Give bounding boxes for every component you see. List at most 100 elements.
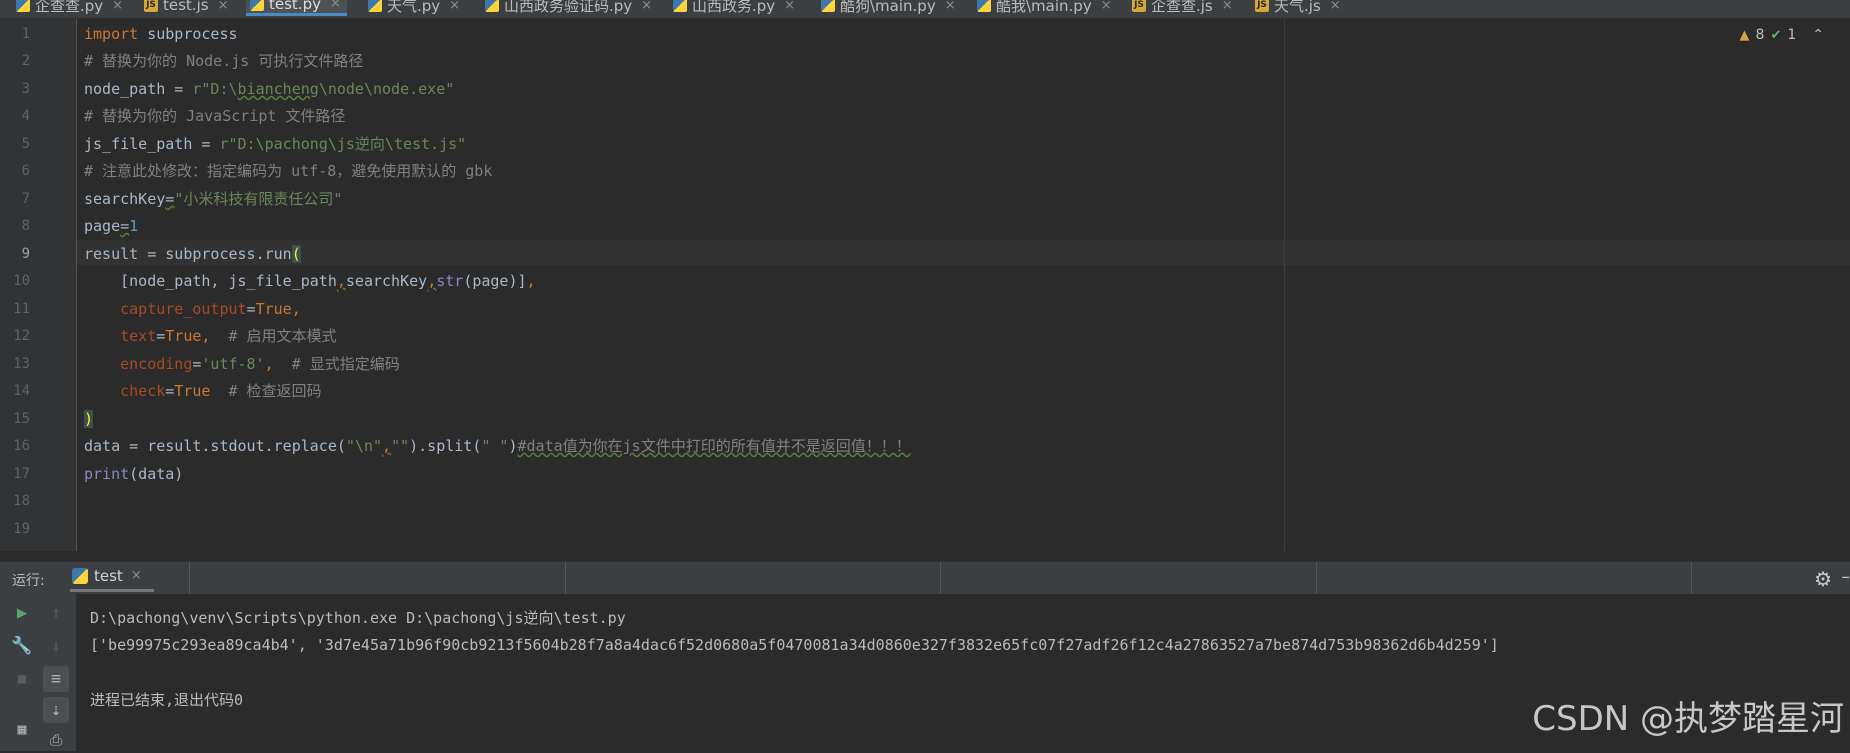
run-tab-test[interactable]: test × [70, 562, 154, 592]
line-number: 11 [0, 299, 30, 319]
line-number: 14 [0, 381, 30, 401]
code-line[interactable]: # 注意此处修改：指定编码为 utf-8，避免使用默认的 gbk [84, 161, 492, 181]
scroll-to-end-icon[interactable]: ⇣ [43, 697, 69, 723]
tab-qichacha-py[interactable]: 企查查.py × [12, 0, 129, 16]
tab-tianqi-js[interactable]: JS 天气.js × [1251, 0, 1347, 16]
code-line[interactable]: # 替换为你的 JavaScript 文件路径 [84, 106, 345, 126]
tab-label: 企查查.js [1151, 0, 1213, 16]
arrow-down-icon[interactable]: ↓ [43, 633, 69, 659]
run-toolbar: ▶ ↑ 🔧 ↓ ■ ≡ ⇣ ▦ ⎙ [0, 594, 76, 751]
tab-shanxi-py[interactable]: 山西政务.py × [669, 0, 801, 16]
code-line[interactable]: print(data) [84, 464, 183, 484]
python-file-icon [673, 0, 687, 12]
line-number: 2 [0, 51, 30, 71]
close-icon[interactable]: × [330, 0, 341, 11]
line-number: 10 [0, 271, 30, 291]
divider [1691, 562, 1692, 594]
tab-tianqi-py[interactable]: 天气.py × [364, 0, 466, 16]
divider [1316, 562, 1317, 594]
code-line[interactable]: # 替换为你的 Node.js 可执行文件路径 [84, 51, 363, 71]
tab-label: 天气.js [1274, 0, 1321, 16]
line-number: 8 [0, 216, 30, 236]
code-line[interactable]: text=True, # 启用文本模式 [84, 326, 337, 346]
tab-kuwo-main-py[interactable]: 酷我\main.py × [973, 0, 1118, 16]
code-line[interactable]: ) [84, 409, 93, 429]
js-file-icon: JS [144, 0, 158, 12]
line-number: 3 [0, 79, 30, 99]
divider [565, 562, 566, 594]
python-file-icon [368, 0, 382, 12]
divider [940, 562, 941, 594]
console-line-output: ['be99975c293ea89ca4b4', '3d7e45a71b96f9… [90, 635, 1499, 655]
soft-wrap-icon[interactable]: ≡ [43, 666, 69, 692]
chevron-up-icon[interactable]: ⌃ [1812, 27, 1824, 43]
python-run-icon [72, 568, 88, 584]
js-file-icon: JS [1255, 0, 1269, 12]
tab-label: 山西政务.py [692, 0, 775, 16]
warning-count: 8 [1756, 27, 1765, 43]
wrench-icon[interactable]: 🔧 [9, 633, 35, 659]
code-line[interactable]: result = subprocess.run( [84, 244, 301, 264]
run-toolwindow-header: 运行: test × ⚙ – [0, 561, 1850, 594]
code-line[interactable]: import subprocess [84, 24, 238, 44]
close-icon[interactable]: × [218, 0, 229, 13]
editor-tab-bar: 企查查.py × JS test.js × test.py × 天气.py × … [0, 0, 1850, 19]
python-file-icon [977, 0, 991, 12]
minimize-icon[interactable]: – [1842, 567, 1850, 587]
line-number: 13 [0, 354, 30, 374]
arrow-up-icon[interactable]: ↑ [43, 600, 69, 626]
run-tab-label: test [94, 567, 123, 585]
code-line[interactable]: check=True # 检查返回码 [84, 381, 322, 401]
tab-label: 企查查.py [35, 0, 103, 16]
close-icon[interactable]: × [1101, 0, 1112, 13]
warning-icon: ▲ [1740, 28, 1750, 43]
python-file-icon [16, 0, 30, 12]
stop-icon[interactable]: ■ [9, 666, 35, 692]
python-file-icon [821, 0, 835, 12]
close-icon[interactable]: × [131, 568, 142, 583]
print-icon[interactable]: ⎙ [43, 727, 69, 753]
tab-label: test.js [163, 0, 209, 14]
tab-kugou-main-py[interactable]: 酷狗\main.py × [817, 0, 962, 16]
code-line[interactable]: page=1 [84, 216, 138, 236]
close-icon[interactable]: × [112, 0, 123, 13]
close-icon[interactable]: × [784, 0, 795, 13]
layout-icon[interactable]: ▦ [9, 716, 35, 742]
code-line[interactable]: data = result.stdout.replace("\n","").sp… [84, 436, 911, 456]
tab-label: 酷狗\main.py [840, 0, 936, 16]
close-icon[interactable]: × [1222, 0, 1233, 13]
line-number: 12 [0, 326, 30, 346]
tab-label: 山西政务验证码.py [504, 0, 632, 16]
divider [189, 562, 190, 594]
code-line[interactable]: encoding='utf-8', # 显式指定编码 [84, 354, 400, 374]
code-line[interactable]: searchKey="小米科技有限责任公司" [84, 189, 342, 209]
code-line[interactable]: [node_path, js_file_path,searchKey,str(p… [84, 271, 536, 291]
tab-test-js[interactable]: JS test.js × [140, 0, 234, 16]
code-line[interactable]: capture_output=True, [84, 299, 301, 319]
rerun-icon[interactable]: ▶ [9, 600, 35, 626]
tab-shanxi-captcha-py[interactable]: 山西政务验证码.py × [481, 0, 658, 16]
tab-test-py[interactable]: test.py × [246, 0, 347, 16]
close-icon[interactable]: × [641, 0, 652, 13]
gear-icon[interactable]: ⚙ [1814, 567, 1832, 591]
check-icon: ✔ [1770, 28, 1781, 43]
python-file-icon [250, 0, 264, 11]
close-icon[interactable]: × [449, 0, 460, 13]
right-margin-guide [1284, 19, 1285, 551]
line-number: 4 [0, 106, 30, 126]
close-icon[interactable]: × [1330, 0, 1341, 13]
code-line[interactable]: node_path = r"D:\biancheng\node\node.exe… [84, 79, 454, 99]
ok-count: 1 [1787, 27, 1796, 43]
code-line[interactable]: js_file_path = r"D:\pachong\js逆向\test.js… [84, 134, 466, 154]
line-number: 16 [0, 436, 30, 456]
line-number: 7 [0, 189, 30, 209]
inspection-widget[interactable]: ▲ 8 ✔ 1 ⌃ [1740, 27, 1824, 43]
close-icon[interactable]: × [945, 0, 956, 13]
tab-label: test.py [269, 0, 321, 13]
line-number: 19 [0, 519, 30, 539]
code-editor[interactable]: ▲ 8 ✔ 1 ⌃ import subprocess # 替换为你的 Node… [77, 19, 1850, 551]
line-number: 17 [0, 464, 30, 484]
line-number-gutter[interactable]: 1 2 3 4 5 6 7 8 9 10 11 12 13 14 15 16 1… [0, 19, 77, 551]
run-label: 运行: [12, 570, 45, 590]
tab-qichacha-js[interactable]: JS 企查查.js × [1128, 0, 1239, 16]
